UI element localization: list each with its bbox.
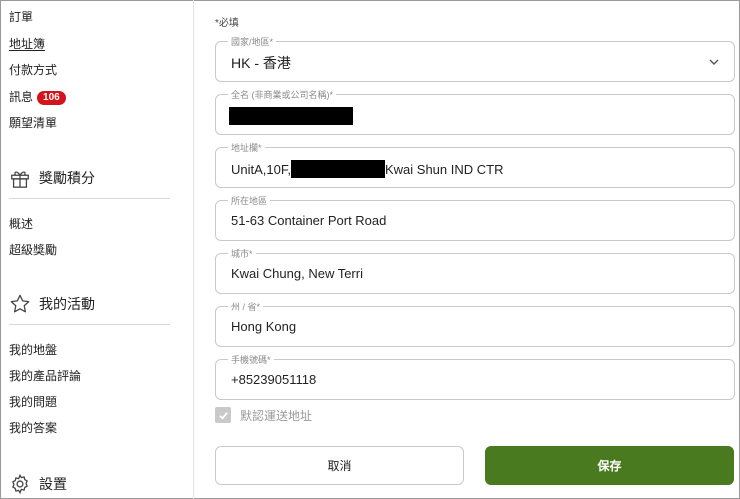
activity-heading-label: 我的活動: [39, 296, 95, 312]
default-address-checkbox-row[interactable]: 默認運送地址: [215, 406, 312, 424]
city-value: Kwai Chung, New Terri: [231, 266, 363, 281]
chevron-down-icon: [709, 59, 719, 65]
district-value: 51-63 Container Port Road: [231, 213, 387, 228]
gear-icon: [12, 473, 28, 495]
checkmark-icon: [218, 411, 228, 420]
phone-value: +85239051118: [231, 372, 317, 387]
address-value-prefix: UnitA,10F,: [231, 161, 291, 177]
country-label: 國家/地區*: [228, 35, 277, 48]
sidebar-item-settings[interactable]: 設置: [9, 472, 67, 496]
district-label: 所在地區: [228, 194, 271, 207]
sidebar-item-overview[interactable]: 概述: [9, 215, 33, 232]
sidebar-item-wishlist[interactable]: 願望清單: [9, 114, 57, 131]
redaction-block: [290, 160, 385, 178]
address-field[interactable]: 地址欄* UnitA,10F, Kwai Shun IND CTR: [215, 141, 735, 188]
star-icon: [10, 294, 30, 313]
account-sidebar: 訂單 地址簿 付款方式 訊息 106 願望清單 獎勵積分 概述 超級獎勵 我的活動…: [0, 0, 194, 499]
phone-label: 手機號碼*: [228, 353, 274, 366]
country-select[interactable]: 國家/地區* HK - 香港: [215, 35, 735, 82]
default-address-label: 默認運送地址: [240, 408, 313, 423]
redaction-block: [229, 107, 353, 125]
rewards-section-heading: 獎勵積分: [9, 166, 95, 190]
sidebar-item-messages[interactable]: 訊息 106: [9, 88, 66, 105]
country-value: HK - 香港: [231, 55, 291, 71]
sidebar-divider: [9, 198, 170, 199]
address-label: 地址欄*: [228, 141, 265, 154]
sidebar-item-my-questions[interactable]: 我的問題: [9, 393, 57, 410]
full-name-field[interactable]: 全名 (非商業或公司名稱)*: [215, 88, 735, 135]
required-note: *必填: [215, 18, 239, 29]
sidebar-item-super-rewards[interactable]: 超級獎勵: [9, 241, 57, 258]
default-address-checkbox[interactable]: [215, 407, 231, 423]
district-field[interactable]: 所在地區 51-63 Container Port Road: [215, 194, 735, 241]
activity-section-heading: 我的活動: [9, 292, 95, 316]
sidebar-item-payment-methods[interactable]: 付款方式: [9, 61, 57, 78]
city-label: 城市*: [228, 247, 256, 260]
sidebar-divider: [9, 324, 170, 325]
sidebar-item-my-answers[interactable]: 我的答案: [9, 419, 57, 436]
settings-heading-label: 設置: [39, 476, 67, 492]
address-value-suffix: Kwai Shun IND CTR: [384, 161, 504, 177]
sidebar-item-my-territory[interactable]: 我的地盤: [9, 341, 57, 358]
sidebar-item-orders[interactable]: 訂單: [9, 8, 33, 25]
state-label: 州 / 省*: [228, 300, 264, 313]
state-field[interactable]: 州 / 省* Hong Kong: [215, 300, 735, 347]
save-button[interactable]: 保存: [485, 446, 734, 485]
sidebar-item-address-book[interactable]: 地址簿: [9, 35, 45, 52]
messages-count-badge: 106: [37, 91, 66, 105]
full-name-label: 全名 (非商業或公司名稱)*: [228, 88, 336, 101]
sidebar-item-label: 訊息: [9, 90, 34, 104]
address-value: UnitA,10F, Kwai Shun IND CTR: [231, 160, 503, 178]
phone-field[interactable]: 手機號碼* +85239051118: [215, 353, 735, 400]
rewards-heading-label: 獎勵積分: [39, 170, 95, 186]
city-field[interactable]: 城市* Kwai Chung, New Terri: [215, 247, 735, 294]
sidebar-item-my-reviews[interactable]: 我的產品評論: [9, 367, 81, 384]
state-value: Hong Kong: [231, 319, 297, 334]
cancel-button[interactable]: 取消: [215, 446, 464, 485]
gift-icon: [11, 171, 29, 188]
